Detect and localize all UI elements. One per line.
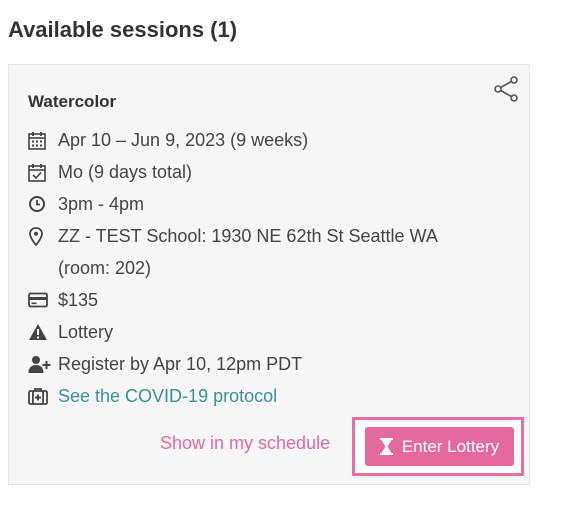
enrollment-type: Lottery — [58, 322, 114, 342]
enter-lottery-focus-frame: Enter Lottery — [352, 417, 524, 476]
map-pin-icon — [28, 220, 58, 252]
register-deadline: Register by Apr 10, 12pm PDT — [58, 354, 303, 374]
section-title: Available sessions (1) — [8, 17, 238, 42]
session-title: Watercolor — [28, 92, 117, 111]
session-price: $135 — [58, 290, 99, 310]
session-dates: Apr 10 – Jun 9, 2023 (9 weeks) — [58, 130, 309, 150]
share-icon[interactable] — [493, 75, 519, 103]
location-row: ZZ - TEST School: 1930 NE 62th St Seattl… — [28, 220, 498, 284]
credit-card-icon — [28, 284, 58, 316]
dates-row: Apr 10 – Jun 9, 2023 (9 weeks) — [28, 124, 498, 156]
covid-protocol-link[interactable]: See the COVID-19 protocol — [58, 380, 277, 412]
time-row: 3pm - 4pm — [28, 188, 498, 220]
calendar-check-icon — [28, 156, 58, 188]
clock-icon — [28, 188, 58, 220]
enrollment-row: Lottery — [28, 316, 498, 348]
show-in-schedule-link[interactable]: Show in my schedule — [160, 433, 330, 454]
session-days: Mo (9 days total) — [58, 162, 193, 182]
register-row: Register by Apr 10, 12pm PDT — [28, 348, 498, 380]
hourglass-icon — [379, 438, 393, 455]
session-location: ZZ - TEST School: 1930 NE 62th St Seattl… — [58, 220, 438, 284]
session-time: 3pm - 4pm — [58, 194, 145, 214]
price-row: $135 — [28, 284, 498, 316]
days-row: Mo (9 days total) — [28, 156, 498, 188]
session-card: Watercolor Apr 10 – Jun 9, 2023 (9 weeks… — [8, 64, 530, 485]
medical-kit-icon — [28, 380, 58, 412]
enter-lottery-label: Enter Lottery — [401, 436, 500, 456]
user-plus-icon — [28, 348, 58, 380]
session-details: Apr 10 – Jun 9, 2023 (9 weeks) Mo (9 day… — [28, 124, 498, 412]
enter-lottery-button[interactable]: Enter Lottery — [365, 427, 514, 466]
covid-row: See the COVID-19 protocol — [28, 380, 498, 412]
calendar-icon — [28, 124, 58, 156]
warning-icon — [28, 316, 58, 348]
location-room: (room: 202) — [58, 258, 152, 278]
location-address: ZZ - TEST School: 1930 NE 62th St Seattl… — [58, 226, 438, 246]
